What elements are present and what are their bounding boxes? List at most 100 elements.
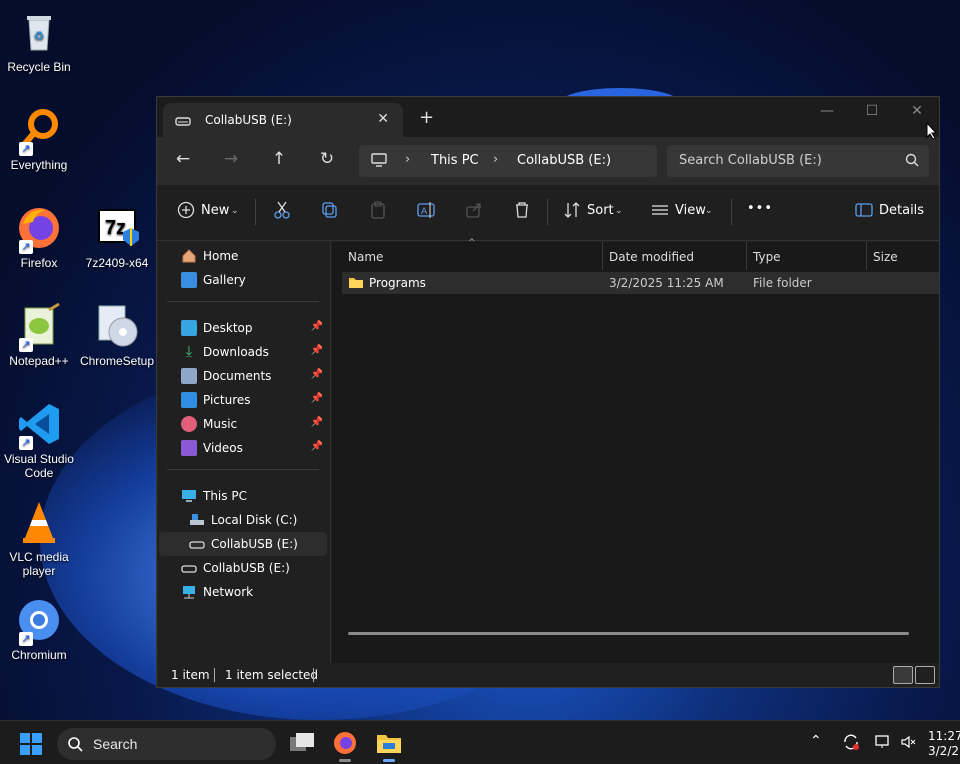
update-sync-icon[interactable] — [842, 733, 860, 755]
new-tab-icon[interactable]: + — [419, 107, 434, 128]
sidebar-item-downloads[interactable]: ⤓ Downloads 📌 — [159, 340, 327, 364]
view-lines-icon[interactable] — [651, 201, 673, 223]
desktop-icon-chromium[interactable]: ↗ Chromium — [0, 596, 78, 662]
more-options-icon[interactable]: ••• — [747, 201, 773, 216]
sidebar-item-label: CollabUSB (E:) — [211, 537, 298, 551]
pin-icon[interactable]: 📌 — [311, 417, 323, 428]
desktop-icon-recycle-bin[interactable]: ♻ Recycle Bin — [0, 8, 78, 74]
taskbar-firefox-icon[interactable] — [333, 731, 357, 758]
sidebar-item-label: Pictures — [203, 393, 251, 407]
navigation-bar: ← → ↑ ↻ › This PC › CollabUSB (E:) Searc… — [157, 137, 939, 185]
address-bar[interactable]: › This PC › CollabUSB (E:) — [359, 145, 657, 177]
tab-close-icon[interactable]: ✕ — [377, 111, 389, 127]
svg-text:♻: ♻ — [34, 29, 45, 43]
sort-icon[interactable] — [563, 201, 585, 223]
volume-muted-icon[interactable] — [900, 733, 916, 755]
view-button[interactable]: View — [675, 203, 706, 218]
vlc-icon — [15, 498, 63, 546]
rename-icon[interactable]: A — [417, 201, 439, 223]
desktop-icon-label: 7z2409-x64 — [85, 256, 149, 270]
column-divider[interactable] — [602, 242, 603, 270]
desktop-icon-vlc[interactable]: VLC media player — [0, 498, 78, 578]
sidebar-item-home[interactable]: Home — [159, 244, 327, 268]
chevron-down-icon[interactable]: ⌄ — [231, 206, 239, 216]
chevron-down-icon[interactable]: ⌄ — [615, 206, 623, 216]
desktop-icon-vscode[interactable]: ↗ Visual Studio Code — [0, 400, 78, 480]
column-date-modified[interactable]: Date modified — [609, 250, 694, 264]
sidebar-item-pictures[interactable]: Pictures 📌 — [159, 388, 327, 412]
breadcrumb-collabusb[interactable]: CollabUSB (E:) — [517, 153, 611, 168]
column-header: Name ^ Date modified Type Size — [332, 238, 939, 272]
horizontal-scrollbar[interactable] — [348, 632, 909, 635]
chevron-down-icon[interactable]: ⌄ — [705, 206, 713, 216]
desktop-icon-firefox[interactable]: ↗ Firefox — [0, 204, 78, 270]
minimize-icon[interactable]: — — [812, 103, 842, 119]
refresh-icon[interactable]: ↻ — [315, 149, 339, 169]
sidebar-item-documents[interactable]: Documents 📌 — [159, 364, 327, 388]
details-pane-icon[interactable] — [855, 201, 877, 223]
sidebar-item-videos[interactable]: Videos 📌 — [159, 436, 327, 460]
taskbar-search[interactable]: Search — [57, 728, 276, 760]
pin-icon[interactable]: 📌 — [311, 321, 323, 332]
column-divider[interactable] — [746, 242, 747, 270]
taskbar-file-explorer-icon[interactable] — [376, 731, 402, 758]
sidebar-item-network[interactable]: Network — [159, 580, 327, 604]
sidebar-item-music[interactable]: Music 📌 — [159, 412, 327, 436]
desktop-icon-7zip[interactable]: 7z 7z2409-x64 — [78, 204, 156, 270]
file-row-programs[interactable]: Programs 3/2/2025 11:25 AM File folder — [342, 272, 939, 294]
chevron-right-icon[interactable]: › — [493, 152, 498, 167]
shortcut-arrow-icon: ↗ — [19, 338, 33, 352]
chromium-icon: ↗ — [15, 596, 63, 646]
large-icons-view-icon[interactable] — [915, 666, 935, 684]
desktop-icon-label: Notepad++ — [9, 354, 69, 368]
tab-collabusb[interactable]: CollabUSB (E:) ✕ — [163, 103, 403, 137]
column-size[interactable]: Size — [873, 250, 898, 264]
copy-icon[interactable] — [321, 201, 343, 223]
shortcut-arrow-icon: ↗ — [19, 632, 33, 646]
maximize-icon[interactable]: ☐ — [857, 103, 887, 119]
cut-icon[interactable] — [273, 201, 295, 223]
sidebar-item-local-disk[interactable]: Local Disk (C:) — [159, 508, 327, 532]
back-arrow-icon[interactable]: ← — [171, 149, 195, 169]
breadcrumb-this-pc[interactable]: This PC — [431, 153, 479, 168]
up-arrow-icon[interactable]: ↑ — [267, 149, 291, 169]
active-indicator — [383, 759, 395, 762]
start-windows-icon[interactable] — [20, 733, 42, 758]
desktop-icon-chromesetup[interactable]: ChromeSetup — [78, 302, 156, 368]
sidebar-item-desktop[interactable]: Desktop 📌 — [159, 316, 327, 340]
details-button[interactable]: Details — [879, 203, 924, 218]
share-icon[interactable] — [465, 201, 487, 223]
pin-icon[interactable]: 📌 — [311, 441, 323, 452]
title-bar[interactable]: CollabUSB (E:) ✕ + — ☐ ✕ — [157, 97, 939, 137]
sidebar-item-gallery[interactable]: Gallery — [159, 268, 327, 292]
pin-icon[interactable]: 📌 — [311, 345, 323, 356]
chevron-right-icon[interactable]: › — [405, 152, 410, 167]
details-view-icon[interactable] — [893, 666, 913, 684]
network-status-icon[interactable] — [874, 733, 892, 755]
new-button[interactable]: New — [201, 203, 229, 218]
column-name[interactable]: Name — [348, 250, 383, 264]
system-clock[interactable]: 11:27 3/2/2 — [928, 729, 960, 759]
chevron-up-icon[interactable]: ⌃ — [810, 733, 822, 749]
close-window-icon[interactable]: ✕ — [902, 103, 932, 119]
sidebar-item-collabusb-selected[interactable]: CollabUSB (E:) — [159, 532, 327, 556]
paste-icon[interactable] — [369, 201, 391, 223]
task-view-icon[interactable] — [290, 733, 314, 756]
search-box[interactable]: Search CollabUSB (E:) — [667, 145, 929, 177]
new-plus-icon[interactable] — [177, 201, 199, 223]
forward-arrow-icon[interactable]: → — [219, 149, 243, 169]
column-divider[interactable] — [866, 242, 867, 270]
column-type[interactable]: Type — [753, 250, 781, 264]
desktop-icon-everything[interactable]: ↗ Everything — [0, 106, 78, 172]
sidebar-item-label: Network — [203, 585, 254, 599]
status-bar: 1 item 1 item selected — [157, 663, 939, 687]
pin-icon[interactable]: 📌 — [311, 393, 323, 404]
sidebar-item-this-pc[interactable]: This PC — [159, 484, 327, 508]
pin-icon[interactable]: 📌 — [311, 369, 323, 380]
desktop-icon-notepadpp[interactable]: ↗ Notepad++ — [0, 302, 78, 368]
file-type: File folder — [753, 276, 812, 290]
sidebar-item-collabusb[interactable]: CollabUSB (E:) — [159, 556, 327, 580]
sidebar-item-label: Videos — [203, 441, 243, 455]
sort-button[interactable]: Sort — [587, 203, 614, 218]
delete-icon[interactable] — [513, 201, 535, 223]
